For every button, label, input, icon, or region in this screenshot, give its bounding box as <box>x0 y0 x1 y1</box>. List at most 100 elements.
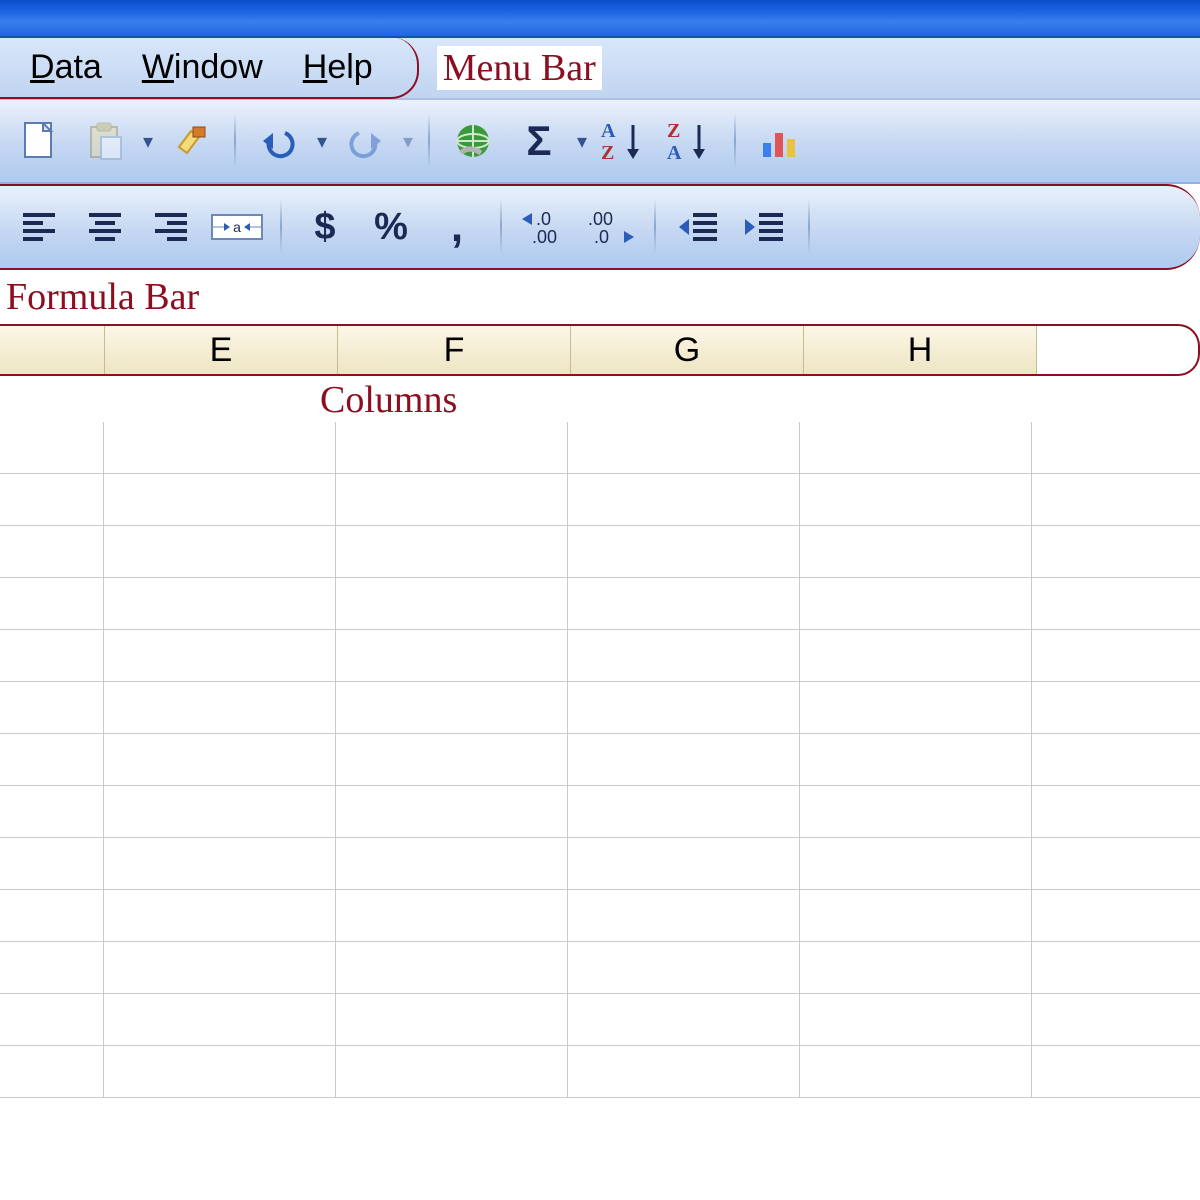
cell[interactable] <box>104 578 336 630</box>
cell[interactable] <box>336 734 568 786</box>
cell[interactable] <box>336 994 568 1046</box>
column-header-e[interactable]: E <box>105 326 338 374</box>
increase-indent-icon[interactable] <box>736 198 794 256</box>
column-header-h[interactable]: H <box>804 326 1037 374</box>
cell[interactable] <box>336 682 568 734</box>
percent-icon[interactable]: % <box>362 198 420 256</box>
sort-descending-icon[interactable]: ZA <box>662 112 720 170</box>
menu-data[interactable]: Data <box>30 48 102 87</box>
cell[interactable] <box>104 526 336 578</box>
cell[interactable] <box>568 474 800 526</box>
cell[interactable] <box>0 474 104 526</box>
cell[interactable] <box>336 1046 568 1098</box>
paste-dropdown-icon[interactable]: ▾ <box>138 129 158 154</box>
cell[interactable] <box>0 786 104 838</box>
cell[interactable] <box>1032 838 1200 890</box>
autosum-icon[interactable]: Σ <box>510 112 568 170</box>
worksheet-grid[interactable] <box>0 422 1200 1098</box>
cell[interactable] <box>336 942 568 994</box>
column-header-f[interactable]: F <box>338 326 571 374</box>
cell[interactable] <box>0 734 104 786</box>
cell[interactable] <box>800 682 1032 734</box>
cell[interactable] <box>0 526 104 578</box>
align-right-icon[interactable] <box>142 198 200 256</box>
sort-ascending-icon[interactable]: AZ <box>596 112 654 170</box>
merge-center-icon[interactable]: a <box>208 198 266 256</box>
undo-icon[interactable] <box>250 112 308 170</box>
cell[interactable] <box>800 526 1032 578</box>
cell[interactable] <box>104 734 336 786</box>
cell[interactable] <box>568 1046 800 1098</box>
cell[interactable] <box>336 890 568 942</box>
cell[interactable] <box>104 630 336 682</box>
cell[interactable] <box>336 578 568 630</box>
cell[interactable] <box>0 630 104 682</box>
cell[interactable] <box>1032 526 1200 578</box>
cell[interactable] <box>800 1046 1032 1098</box>
cell[interactable] <box>104 890 336 942</box>
cell[interactable] <box>568 890 800 942</box>
cell[interactable] <box>1032 1046 1200 1098</box>
cell[interactable] <box>800 474 1032 526</box>
cell[interactable] <box>568 526 800 578</box>
cell[interactable] <box>336 422 568 474</box>
cell[interactable] <box>104 838 336 890</box>
cell[interactable] <box>0 578 104 630</box>
cell[interactable] <box>0 994 104 1046</box>
cell[interactable] <box>336 630 568 682</box>
cell[interactable] <box>104 474 336 526</box>
decrease-indent-icon[interactable] <box>670 198 728 256</box>
undo-dropdown-icon[interactable]: ▾ <box>312 129 332 154</box>
align-center-icon[interactable] <box>76 198 134 256</box>
redo-dropdown-icon[interactable]: ▾ <box>398 129 418 154</box>
cell[interactable] <box>800 838 1032 890</box>
cell[interactable] <box>800 422 1032 474</box>
cell[interactable] <box>568 734 800 786</box>
cell[interactable] <box>1032 422 1200 474</box>
redo-icon[interactable] <box>336 112 394 170</box>
column-header-g[interactable]: G <box>571 326 804 374</box>
cell[interactable] <box>336 474 568 526</box>
cell[interactable] <box>0 942 104 994</box>
autosum-dropdown-icon[interactable]: ▾ <box>572 129 592 154</box>
comma-style-icon[interactable]: , <box>428 198 486 256</box>
cell[interactable] <box>1032 890 1200 942</box>
cell[interactable] <box>1032 578 1200 630</box>
cell[interactable] <box>568 942 800 994</box>
column-header-blank[interactable] <box>0 326 105 374</box>
cell[interactable] <box>1032 942 1200 994</box>
cell[interactable] <box>568 786 800 838</box>
cell[interactable] <box>800 786 1032 838</box>
cell[interactable] <box>568 422 800 474</box>
increase-decimal-icon[interactable]: .0.00 <box>516 198 574 256</box>
menu-help[interactable]: Help <box>303 48 373 87</box>
cell[interactable] <box>0 422 104 474</box>
new-document-icon[interactable] <box>10 112 68 170</box>
paste-icon[interactable] <box>76 112 134 170</box>
cell[interactable] <box>1032 734 1200 786</box>
cell[interactable] <box>568 994 800 1046</box>
cell[interactable] <box>0 890 104 942</box>
currency-icon[interactable]: $ <box>296 198 354 256</box>
cell[interactable] <box>336 526 568 578</box>
format-painter-icon[interactable] <box>162 112 220 170</box>
cell[interactable] <box>568 578 800 630</box>
cell[interactable] <box>1032 786 1200 838</box>
cell[interactable] <box>568 630 800 682</box>
cell[interactable] <box>1032 994 1200 1046</box>
hyperlink-icon[interactable] <box>444 112 502 170</box>
cell[interactable] <box>336 786 568 838</box>
cell[interactable] <box>104 942 336 994</box>
cell[interactable] <box>0 1046 104 1098</box>
cell[interactable] <box>800 734 1032 786</box>
menu-window[interactable]: Window <box>142 48 263 87</box>
cell[interactable] <box>1032 682 1200 734</box>
chart-wizard-icon[interactable] <box>750 112 808 170</box>
cell[interactable] <box>104 786 336 838</box>
cell[interactable] <box>0 682 104 734</box>
cell[interactable] <box>104 682 336 734</box>
cell[interactable] <box>104 994 336 1046</box>
cell[interactable] <box>1032 474 1200 526</box>
cell[interactable] <box>800 890 1032 942</box>
cell[interactable] <box>1032 630 1200 682</box>
